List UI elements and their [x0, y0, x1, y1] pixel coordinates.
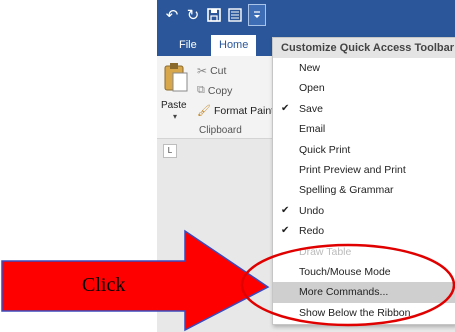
annotation-arrow — [1, 229, 270, 332]
annotation-click-label: Click — [82, 274, 126, 296]
annotation-ellipse — [240, 243, 455, 327]
annotation-overlay — [1, 229, 455, 332]
